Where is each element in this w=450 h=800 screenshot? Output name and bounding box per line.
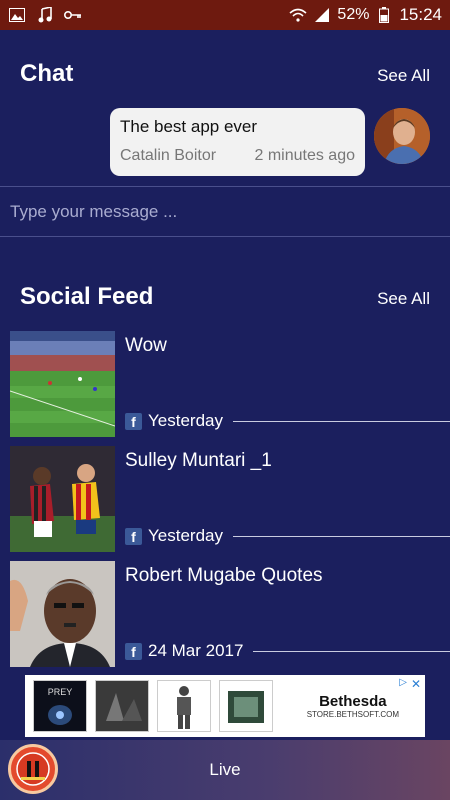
feed-thumbnail-stadium bbox=[10, 331, 115, 437]
social-feed-header: Social Feed See All bbox=[20, 283, 430, 311]
feed-item-title: Wow bbox=[125, 335, 167, 356]
chat-message-text: The best app ever bbox=[120, 117, 258, 136]
facebook-icon: f bbox=[125, 527, 142, 545]
key-icon bbox=[64, 6, 82, 24]
battery-icon bbox=[375, 6, 393, 24]
feed-item-title: Sulley Muntari _1 bbox=[125, 450, 272, 471]
chat-title: Chat bbox=[20, 60, 74, 87]
ad-choices-icon[interactable]: ▷ bbox=[399, 677, 407, 688]
facebook-icon: f bbox=[125, 412, 142, 430]
feed-item-date: Yesterday bbox=[148, 526, 223, 545]
status-bar: 52% 15:24 bbox=[0, 0, 450, 30]
feed-item[interactable]: Wow f Yesterday bbox=[10, 331, 450, 437]
wifi-icon bbox=[289, 6, 307, 24]
battery-percent: 52% bbox=[337, 6, 370, 23]
ad-brand-url: STORE.BETHSOFT.COM bbox=[306, 710, 399, 719]
avatar[interactable] bbox=[374, 108, 430, 164]
facebook-icon: f bbox=[125, 642, 142, 660]
feed-item-date: 24 Mar 2017 bbox=[148, 641, 244, 660]
live-bar[interactable]: Live bbox=[0, 740, 450, 800]
ad-tile-figure bbox=[157, 680, 211, 732]
music-icon bbox=[36, 6, 54, 24]
ad-tile-scene bbox=[95, 680, 149, 732]
ad-tile-prey: PREY bbox=[33, 680, 87, 732]
feed-item-date: Yesterday bbox=[148, 411, 223, 430]
feed-item-title: Robert Mugabe Quotes bbox=[125, 565, 323, 586]
divider bbox=[253, 650, 450, 652]
chat-message-author: Catalin Boitor bbox=[120, 147, 217, 164]
message-input[interactable] bbox=[0, 188, 450, 236]
social-feed-title: Social Feed bbox=[20, 283, 154, 310]
chat-see-all-link[interactable]: See All bbox=[377, 66, 430, 86]
close-icon[interactable]: ✕ bbox=[409, 677, 423, 691]
live-label: Live bbox=[209, 760, 241, 779]
signal-icon bbox=[313, 6, 331, 24]
feed-item[interactable]: Robert Mugabe Quotes f 24 Mar 2017 bbox=[10, 561, 450, 667]
image-icon bbox=[8, 6, 26, 24]
feed-item[interactable]: Sulley Muntari _1 f Yesterday bbox=[10, 446, 450, 552]
social-feed-see-all-link[interactable]: See All bbox=[377, 289, 430, 309]
radio-logo-icon[interactable] bbox=[8, 744, 58, 794]
ad-tile-box bbox=[219, 680, 273, 732]
divider bbox=[232, 420, 450, 422]
feed-thumbnail-portrait bbox=[10, 561, 115, 667]
chat-message-bubble[interactable]: The best app ever Catalin Boitor 2 minut… bbox=[110, 108, 365, 176]
divider bbox=[0, 236, 450, 237]
feed-thumbnail-footballers bbox=[10, 446, 115, 552]
clock: 15:24 bbox=[399, 5, 442, 24]
ad-tile-prey-text: PREY bbox=[48, 687, 73, 697]
divider bbox=[0, 186, 450, 187]
ad-brand-name: Bethesda bbox=[319, 693, 387, 710]
chat-header: Chat See All bbox=[20, 60, 430, 88]
ad-banner[interactable]: PREY Bethesda STORE.BETHSOFT.COM ▷ ✕ bbox=[25, 675, 425, 737]
divider bbox=[232, 535, 450, 537]
chat-message-time: 2 minutes ago bbox=[254, 147, 355, 164]
